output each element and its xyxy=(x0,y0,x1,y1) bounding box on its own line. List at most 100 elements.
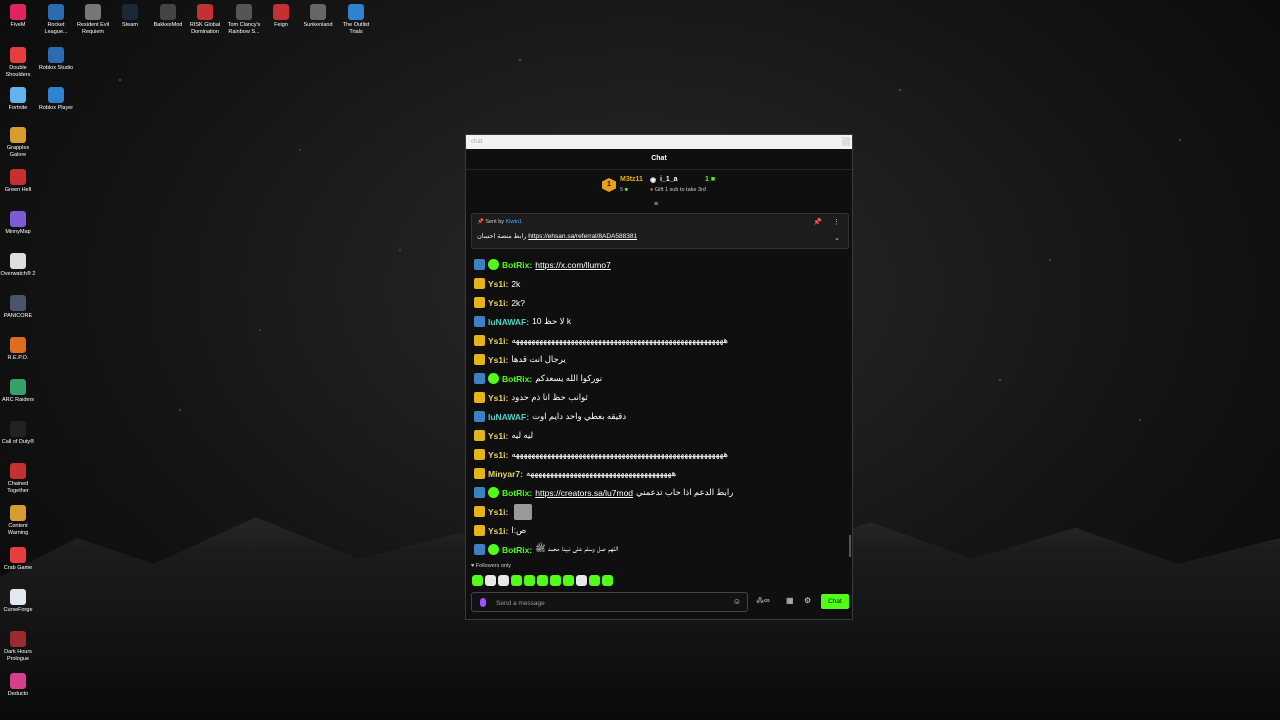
chevron-down-icon[interactable]: ⌄ xyxy=(834,234,840,242)
chat-username[interactable]: Ys1i: xyxy=(488,431,508,441)
chat-text: هههههههههههههههههههههههههههههههههههههههه… xyxy=(511,335,729,345)
chat-message: Ys1i: xyxy=(474,502,844,521)
chat-username[interactable]: BotRix: xyxy=(502,260,532,270)
pin-small-icon: 📌 xyxy=(477,219,484,225)
chat-username[interactable]: Ys1i: xyxy=(488,507,508,517)
emote-icon[interactable] xyxy=(485,575,496,586)
app-icon xyxy=(160,4,176,20)
emote-icon[interactable] xyxy=(472,575,483,586)
desktop-icon[interactable]: BakkesMod xyxy=(148,4,188,29)
pinned-sender-name[interactable]: Klwtn1 xyxy=(506,219,523,225)
chat-message: BotRix: اللهم صل وسلم على نبينا محمد ﷺ xyxy=(474,540,844,559)
desktop-icon[interactable]: MinnyMap xyxy=(0,211,38,236)
desktop-icon-label: ARC Raiders xyxy=(1,397,35,403)
store-icon[interactable]: ▦ xyxy=(786,596,794,605)
connections-icon[interactable]: ⁂∞ xyxy=(756,596,770,605)
chat-username[interactable]: BotRix: xyxy=(502,488,532,498)
chat-username[interactable]: Ys1i: xyxy=(488,393,508,403)
emote-icon[interactable] xyxy=(550,575,561,586)
emote-icon[interactable] xyxy=(563,575,574,586)
window-titlebar[interactable]: chat xyxy=(466,135,852,149)
desktop-icon[interactable]: Grapples Galore xyxy=(0,127,38,158)
desktop-icon[interactable]: Roblox Studio xyxy=(36,47,76,72)
chat-window: chat Chat 1 M3tz11 5 ■ ◉ i_1_a 1 ■ ● Gif… xyxy=(465,134,853,620)
desktop-icon[interactable]: Tom Clancy's Rainbow S... xyxy=(224,4,264,35)
desktop-icon[interactable]: Resident Evil Requiem xyxy=(73,4,113,35)
emote-icon[interactable] xyxy=(576,575,587,586)
chat-username[interactable]: Ys1i: xyxy=(488,298,508,308)
desktop-icon[interactable]: Double Shoulders xyxy=(0,47,38,78)
desktop-icon[interactable]: Rocket League... xyxy=(36,4,76,35)
more-options-icon[interactable]: ⋮ xyxy=(833,218,840,226)
chat-username[interactable]: Ys1i: xyxy=(488,336,508,346)
chat-link[interactable]: https://x.com/llumo7 xyxy=(535,260,611,270)
chat-username[interactable]: Ys1i: xyxy=(488,526,508,536)
app-icon xyxy=(236,4,252,20)
chat-username[interactable]: luNAWAF: xyxy=(488,317,529,327)
expand-arrow-icon[interactable]: ≡ xyxy=(654,201,658,208)
desktop-icon[interactable]: Call of Duty® xyxy=(0,421,38,446)
chat-message: Ys1i: يرجال انت قدها xyxy=(474,350,844,369)
app-icon xyxy=(48,87,64,103)
desktop-icon[interactable]: Sunkenland xyxy=(298,4,338,29)
emote-icon[interactable] xyxy=(511,575,522,586)
emote-icon[interactable] xyxy=(602,575,613,586)
desktop-icon-label: Content Warning xyxy=(7,523,29,536)
desktop-icon[interactable]: Green Hell xyxy=(0,169,38,194)
desktop-icon[interactable]: Content Warning xyxy=(0,505,38,536)
pinned-link[interactable]: https://ehsan.sa/referral/8ADA588381 xyxy=(528,233,637,240)
desktop-icon[interactable]: Deducto xyxy=(0,673,38,698)
moderator-badge-icon xyxy=(474,544,485,555)
app-icon xyxy=(10,505,26,521)
verified-badge-icon xyxy=(488,259,499,270)
desktop-icon[interactable]: Fortnite xyxy=(0,87,38,112)
desktop-icon[interactable]: R.E.P.O. xyxy=(0,337,38,362)
message-input[interactable] xyxy=(494,595,728,611)
emoji-icon[interactable]: ☺ xyxy=(733,597,741,606)
microphone-icon[interactable] xyxy=(480,598,486,607)
window-control-button[interactable] xyxy=(842,137,850,146)
chat-message: Ys1i: ههههههههههههههههههههههههههههههههههه… xyxy=(474,445,844,464)
desktop-icon[interactable]: CurseForge xyxy=(0,589,38,614)
desktop-icon[interactable]: PANICORE xyxy=(0,295,38,320)
chat-username[interactable]: Ys1i: xyxy=(488,450,508,460)
desktop-icon-label: Fortnite xyxy=(8,105,28,111)
gear-icon[interactable]: ⚙ xyxy=(804,596,811,605)
emote-icon[interactable] xyxy=(537,575,548,586)
chat-send-button[interactable]: Chat xyxy=(821,594,849,609)
chat-username[interactable]: Minyar7: xyxy=(488,469,523,479)
emote-icon[interactable] xyxy=(524,575,535,586)
chat-text: ثوانب حظ انا ذم حدود xyxy=(511,392,588,402)
desktop-icon[interactable]: Overwatch® 2 xyxy=(0,253,38,278)
desktop-icon[interactable]: Steam xyxy=(110,4,150,29)
desktop-icon[interactable]: Chained Together xyxy=(0,463,38,494)
app-icon xyxy=(10,47,26,63)
verified-badge-icon xyxy=(488,487,499,498)
desktop-icon[interactable]: ARC Raiders xyxy=(0,379,38,404)
emote-icon[interactable] xyxy=(498,575,509,586)
desktop-icon[interactable]: The Outlist Trials xyxy=(336,4,376,35)
chat-link[interactable]: https://creators.sa/lu7mod xyxy=(535,488,633,498)
desktop-icon[interactable]: Crab Game xyxy=(0,547,38,572)
chat-message: luNAWAF: لا حظ 10 k xyxy=(474,312,844,331)
chat-scrollbar[interactable] xyxy=(849,535,851,557)
desktop-icon[interactable]: RISK Global Domination xyxy=(185,4,225,35)
desktop-icon[interactable]: Feign xyxy=(261,4,301,29)
emote-icon[interactable] xyxy=(589,575,600,586)
desktop-icon-label: The Outlist Trials xyxy=(342,22,370,35)
chat-username[interactable]: BotRix: xyxy=(502,374,532,384)
leader-first-name[interactable]: M3tz11 xyxy=(620,176,643,183)
crown-badge-icon xyxy=(474,525,485,536)
gift-sub-text[interactable]: Gift 1 sub to take 3rd xyxy=(655,187,706,193)
desktop-icon[interactable]: Dark Hours Prologue xyxy=(0,631,38,662)
chat-username[interactable]: Ys1i: xyxy=(488,279,508,289)
crown-badge-icon xyxy=(474,392,485,403)
chat-username[interactable]: BotRix: xyxy=(502,545,532,555)
desktop-icon[interactable]: FiveM xyxy=(0,4,38,29)
leader-second-name[interactable]: i_1_a xyxy=(660,176,678,183)
chat-username[interactable]: luNAWAF: xyxy=(488,412,529,422)
chat-username[interactable]: Ys1i: xyxy=(488,355,508,365)
desktop-icon[interactable]: Roblox Player xyxy=(36,87,76,112)
unpin-icon[interactable]: 📌 xyxy=(813,218,822,226)
emote-image xyxy=(514,503,533,520)
